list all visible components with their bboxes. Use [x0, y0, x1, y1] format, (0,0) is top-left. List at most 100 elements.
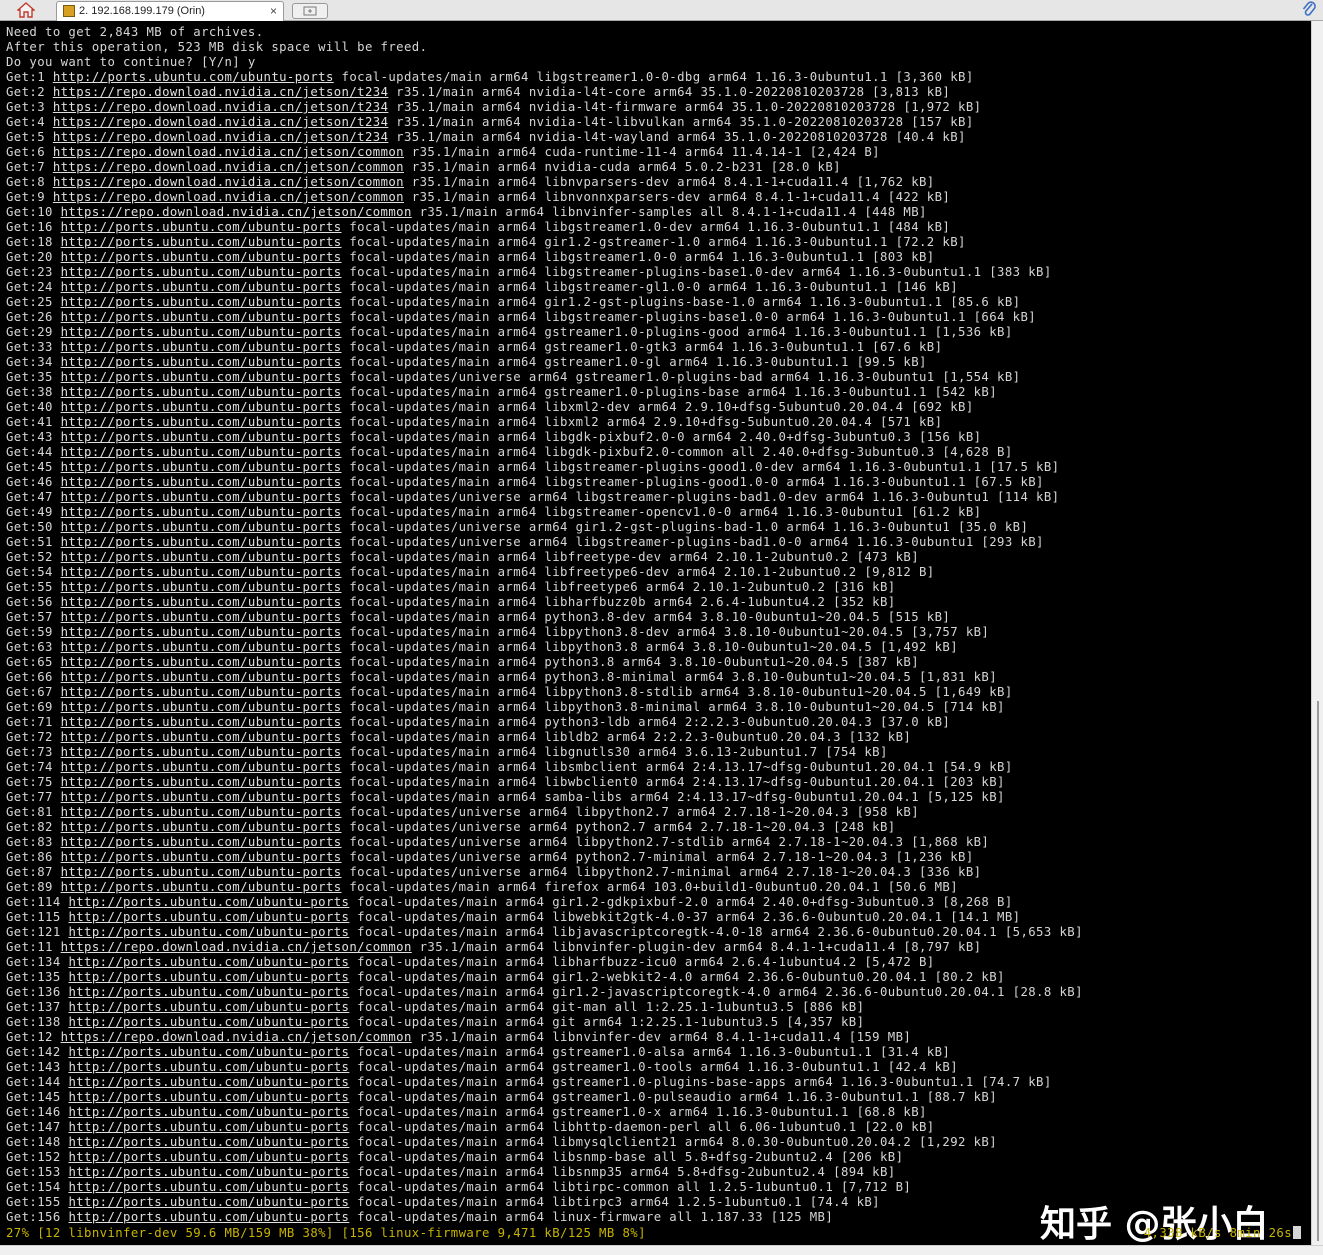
- repo-link[interactable]: http://ports.ubuntu.com/ubuntu-ports: [68, 985, 349, 999]
- repo-link[interactable]: http://ports.ubuntu.com/ubuntu-ports: [68, 1000, 349, 1014]
- repo-link[interactable]: http://ports.ubuntu.com/ubuntu-ports: [61, 820, 342, 834]
- repo-link[interactable]: http://ports.ubuntu.com/ubuntu-ports: [61, 730, 342, 744]
- repo-link[interactable]: http://ports.ubuntu.com/ubuntu-ports: [61, 430, 342, 444]
- repo-link[interactable]: http://ports.ubuntu.com/ubuntu-ports: [68, 970, 349, 984]
- repo-link[interactable]: http://ports.ubuntu.com/ubuntu-ports: [61, 385, 342, 399]
- repo-link[interactable]: http://ports.ubuntu.com/ubuntu-ports: [68, 1180, 349, 1194]
- repo-link[interactable]: https://repo.download.nvidia.cn/jetson/t…: [53, 85, 389, 99]
- repo-link[interactable]: http://ports.ubuntu.com/ubuntu-ports: [61, 490, 342, 504]
- line-suffix: focal-updates/main arm64 libfreetype-dev…: [341, 550, 919, 564]
- line-suffix: focal-updates/main arm64 gir1.2-gst-plug…: [341, 295, 1021, 309]
- repo-link[interactable]: http://ports.ubuntu.com/ubuntu-ports: [61, 580, 342, 594]
- repo-link[interactable]: http://ports.ubuntu.com/ubuntu-ports: [61, 640, 342, 654]
- repo-link[interactable]: https://repo.download.nvidia.cn/jetson/c…: [53, 190, 404, 204]
- terminal-line: Get:11 https://repo.download.nvidia.cn/j…: [6, 940, 1083, 955]
- repo-link[interactable]: http://ports.ubuntu.com/ubuntu-ports: [61, 685, 342, 699]
- close-icon[interactable]: ×: [270, 4, 277, 18]
- repo-link[interactable]: http://ports.ubuntu.com/ubuntu-ports: [61, 790, 342, 804]
- repo-link[interactable]: http://ports.ubuntu.com/ubuntu-ports: [61, 550, 342, 564]
- repo-link[interactable]: https://repo.download.nvidia.cn/jetson/c…: [61, 940, 412, 954]
- repo-link[interactable]: http://ports.ubuntu.com/ubuntu-ports: [61, 280, 342, 294]
- repo-link[interactable]: http://ports.ubuntu.com/ubuntu-ports: [68, 1060, 349, 1074]
- repo-link[interactable]: http://ports.ubuntu.com/ubuntu-ports: [61, 625, 342, 639]
- home-button[interactable]: [6, 0, 46, 20]
- repo-link[interactable]: https://repo.download.nvidia.cn/jetson/c…: [61, 1030, 412, 1044]
- repo-link[interactable]: http://ports.ubuntu.com/ubuntu-ports: [68, 1045, 349, 1059]
- repo-link[interactable]: http://ports.ubuntu.com/ubuntu-ports: [61, 535, 342, 549]
- repo-link[interactable]: http://ports.ubuntu.com/ubuntu-ports: [68, 1075, 349, 1089]
- repo-link[interactable]: http://ports.ubuntu.com/ubuntu-ports: [61, 835, 342, 849]
- repo-link[interactable]: http://ports.ubuntu.com/ubuntu-ports: [61, 265, 342, 279]
- repo-link[interactable]: http://ports.ubuntu.com/ubuntu-ports: [61, 805, 342, 819]
- repo-link[interactable]: http://ports.ubuntu.com/ubuntu-ports: [68, 1210, 349, 1224]
- repo-link[interactable]: http://ports.ubuntu.com/ubuntu-ports: [61, 715, 342, 729]
- repo-link[interactable]: https://repo.download.nvidia.cn/jetson/c…: [53, 145, 404, 159]
- repo-link[interactable]: http://ports.ubuntu.com/ubuntu-ports: [61, 460, 342, 474]
- repo-link[interactable]: http://ports.ubuntu.com/ubuntu-ports: [68, 1090, 349, 1104]
- repo-link[interactable]: http://ports.ubuntu.com/ubuntu-ports: [61, 400, 342, 414]
- repo-link[interactable]: https://repo.download.nvidia.cn/jetson/c…: [61, 205, 412, 219]
- vertical-scrollbar[interactable]: [1311, 21, 1323, 1245]
- repo-link[interactable]: http://ports.ubuntu.com/ubuntu-ports: [68, 1165, 349, 1179]
- repo-link[interactable]: http://ports.ubuntu.com/ubuntu-ports: [61, 415, 342, 429]
- new-tab-button[interactable]: [292, 3, 328, 19]
- repo-link[interactable]: http://ports.ubuntu.com/ubuntu-ports: [61, 595, 342, 609]
- repo-link[interactable]: http://ports.ubuntu.com/ubuntu-ports: [61, 760, 342, 774]
- repo-link[interactable]: http://ports.ubuntu.com/ubuntu-ports: [53, 70, 334, 84]
- line-prefix: Get:114: [6, 895, 69, 909]
- repo-link[interactable]: http://ports.ubuntu.com/ubuntu-ports: [68, 1135, 349, 1149]
- repo-link[interactable]: http://ports.ubuntu.com/ubuntu-ports: [68, 1150, 349, 1164]
- repo-link[interactable]: http://ports.ubuntu.com/ubuntu-ports: [68, 955, 349, 969]
- new-tab-icon: [303, 6, 317, 16]
- line-suffix: focal-updates/main arm64 libsmbclient ar…: [341, 760, 1013, 774]
- repo-link[interactable]: http://ports.ubuntu.com/ubuntu-ports: [68, 1105, 349, 1119]
- repo-link[interactable]: http://ports.ubuntu.com/ubuntu-ports: [61, 670, 342, 684]
- repo-link[interactable]: http://ports.ubuntu.com/ubuntu-ports: [61, 745, 342, 759]
- terminal-line: Get:142 http://ports.ubuntu.com/ubuntu-p…: [6, 1045, 1083, 1060]
- line-prefix: Get:43: [6, 430, 61, 444]
- line-suffix: r35.1/main arm64 libnvonnxparsers-dev ar…: [403, 190, 951, 204]
- download-speed: 4,338 kB/s 8min 26s: [1143, 1226, 1292, 1240]
- scrollbar-thumb[interactable]: [1317, 701, 1319, 1241]
- repo-link[interactable]: http://ports.ubuntu.com/ubuntu-ports: [61, 775, 342, 789]
- terminal-output[interactable]: Need to get 2,843 MB of archives. After t…: [0, 21, 1311, 1245]
- repo-link[interactable]: http://ports.ubuntu.com/ubuntu-ports: [61, 850, 342, 864]
- repo-link[interactable]: http://ports.ubuntu.com/ubuntu-ports: [61, 310, 342, 324]
- repo-link[interactable]: https://repo.download.nvidia.cn/jetson/c…: [53, 160, 404, 174]
- repo-link[interactable]: http://ports.ubuntu.com/ubuntu-ports: [68, 1195, 349, 1209]
- repo-link[interactable]: http://ports.ubuntu.com/ubuntu-ports: [61, 505, 342, 519]
- repo-link[interactable]: http://ports.ubuntu.com/ubuntu-ports: [61, 340, 342, 354]
- terminal-line: Get:87 http://ports.ubuntu.com/ubuntu-po…: [6, 865, 1083, 880]
- repo-link[interactable]: http://ports.ubuntu.com/ubuntu-ports: [68, 910, 349, 924]
- repo-link[interactable]: http://ports.ubuntu.com/ubuntu-ports: [61, 865, 342, 879]
- line-suffix: focal-updates/main arm64 gstreamer1.0-pl…: [341, 325, 1013, 339]
- repo-link[interactable]: http://ports.ubuntu.com/ubuntu-ports: [61, 445, 342, 459]
- repo-link[interactable]: http://ports.ubuntu.com/ubuntu-ports: [61, 250, 342, 264]
- repo-link[interactable]: http://ports.ubuntu.com/ubuntu-ports: [68, 895, 349, 909]
- line-prefix: Get:26: [6, 310, 61, 324]
- repo-link[interactable]: http://ports.ubuntu.com/ubuntu-ports: [68, 1015, 349, 1029]
- repo-link[interactable]: https://repo.download.nvidia.cn/jetson/t…: [53, 100, 389, 114]
- repo-link[interactable]: http://ports.ubuntu.com/ubuntu-ports: [61, 655, 342, 669]
- repo-link[interactable]: http://ports.ubuntu.com/ubuntu-ports: [61, 565, 342, 579]
- repo-link[interactable]: http://ports.ubuntu.com/ubuntu-ports: [61, 295, 342, 309]
- repo-link[interactable]: https://repo.download.nvidia.cn/jetson/t…: [53, 130, 389, 144]
- repo-link[interactable]: http://ports.ubuntu.com/ubuntu-ports: [61, 325, 342, 339]
- repo-link[interactable]: http://ports.ubuntu.com/ubuntu-ports: [61, 700, 342, 714]
- repo-link[interactable]: http://ports.ubuntu.com/ubuntu-ports: [61, 235, 342, 249]
- repo-link[interactable]: http://ports.ubuntu.com/ubuntu-ports: [68, 925, 349, 939]
- repo-link[interactable]: http://ports.ubuntu.com/ubuntu-ports: [61, 475, 342, 489]
- repo-link[interactable]: http://ports.ubuntu.com/ubuntu-ports: [61, 520, 342, 534]
- repo-link[interactable]: https://repo.download.nvidia.cn/jetson/c…: [53, 175, 404, 189]
- tab-session[interactable]: 2. 192.168.199.179 (Orin) ×: [56, 1, 284, 21]
- attachment-button[interactable]: [1301, 0, 1317, 20]
- repo-link[interactable]: http://ports.ubuntu.com/ubuntu-ports: [61, 355, 342, 369]
- line-suffix: focal-updates/main arm64 gstreamer1.0-gt…: [341, 340, 943, 354]
- repo-link[interactable]: http://ports.ubuntu.com/ubuntu-ports: [61, 880, 342, 894]
- repo-link[interactable]: http://ports.ubuntu.com/ubuntu-ports: [61, 610, 342, 624]
- repo-link[interactable]: http://ports.ubuntu.com/ubuntu-ports: [61, 220, 342, 234]
- repo-link[interactable]: http://ports.ubuntu.com/ubuntu-ports: [61, 370, 342, 384]
- line-prefix: Get:134: [6, 955, 69, 969]
- repo-link[interactable]: http://ports.ubuntu.com/ubuntu-ports: [68, 1120, 349, 1134]
- repo-link[interactable]: https://repo.download.nvidia.cn/jetson/t…: [53, 115, 389, 129]
